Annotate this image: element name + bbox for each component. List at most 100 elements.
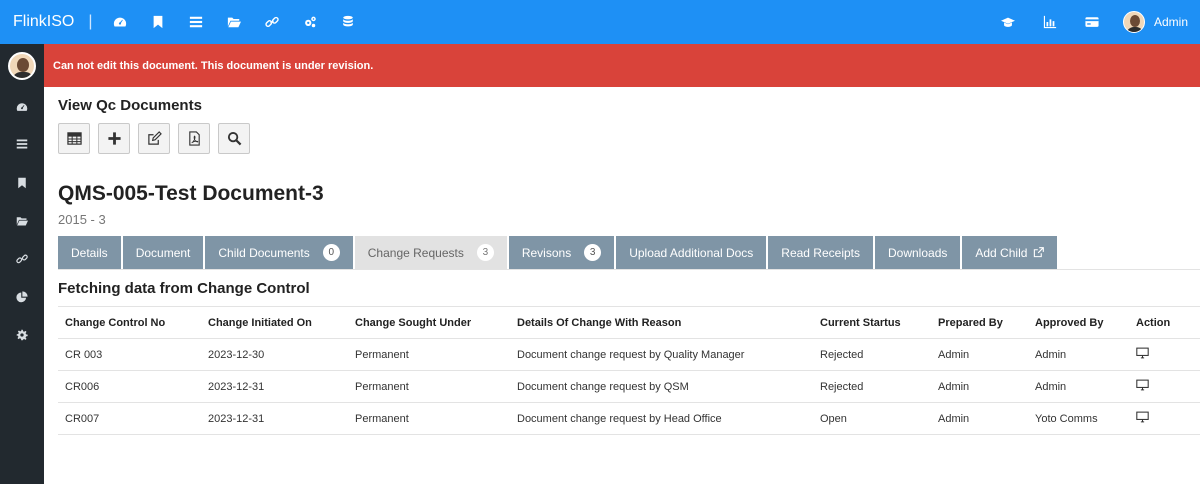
tab-label: Document: [135, 245, 191, 260]
database-icon[interactable]: [329, 0, 367, 44]
tab-downloads[interactable]: Downloads: [875, 236, 961, 269]
table-title: Fetching data from Change Control: [58, 280, 310, 297]
table-cell: Permanent: [348, 402, 510, 435]
tab-divider: [58, 269, 1200, 270]
sidebar-avatar[interactable]: [8, 52, 36, 80]
table-cell: CR007: [58, 402, 201, 435]
search-icon: [227, 131, 241, 146]
action-cell: [1129, 370, 1200, 403]
sidebar: [0, 44, 44, 484]
list-icon[interactable]: [177, 0, 215, 44]
desktop-icon[interactable]: [1136, 347, 1149, 359]
tab-label: Upload Additional Docs: [629, 245, 754, 260]
table-cell: Document change request by Quality Manag…: [510, 338, 813, 371]
tab-label: Downloads: [888, 245, 948, 260]
top-right-menu: Admin: [987, 0, 1200, 44]
table-header-row: Change Control No Change Initiated On Ch…: [58, 306, 1200, 339]
document-tabs: Details Document Child Documents 0 Change…: [58, 236, 1059, 269]
link-icon[interactable]: [14, 251, 30, 267]
table-cell: Admin: [931, 402, 1028, 435]
brand-separator: |: [88, 13, 93, 30]
list-icon[interactable]: [14, 136, 30, 152]
document-toolbar: [58, 123, 250, 154]
pie-chart-icon[interactable]: [14, 289, 30, 305]
desktop-icon[interactable]: [1136, 379, 1149, 391]
tab-details[interactable]: Details: [58, 236, 121, 269]
pdf-icon: [188, 131, 200, 146]
table-row: CR 003 2023-12-30 Permanent Document cha…: [58, 338, 1200, 371]
bar-chart-icon[interactable]: [1029, 0, 1071, 44]
column-header[interactable]: Prepared By: [931, 306, 1028, 339]
action-cell: [1129, 402, 1200, 435]
table-cell: 2023-12-31: [201, 402, 348, 435]
document-subtitle: 2015 - 3: [58, 212, 106, 227]
folder-open-icon[interactable]: [14, 213, 30, 229]
tab-label: Add Child: [975, 245, 1028, 260]
tab-document[interactable]: Document: [122, 236, 204, 269]
tab-change-requests[interactable]: Change Requests 3: [354, 236, 507, 269]
table-cell: Permanent: [348, 370, 510, 403]
tab-child-documents[interactable]: Child Documents 0: [205, 236, 353, 269]
bookmark-icon[interactable]: [14, 175, 30, 191]
table-cell: Rejected: [813, 338, 931, 371]
graduation-cap-icon[interactable]: [987, 0, 1029, 44]
table-cell: Admin: [1028, 338, 1129, 371]
table-cell: Yoto Comms: [1028, 402, 1129, 435]
revision-alert: Can not edit this document. This documen…: [44, 44, 1200, 87]
table-cell: 2023-12-31: [201, 370, 348, 403]
tab-revisions[interactable]: Revisons 3: [508, 236, 615, 269]
main-content: View Qc Documents QMS-005-Test Document-…: [44, 87, 1200, 484]
count-badge: 0: [322, 244, 340, 261]
edit-icon: [147, 131, 162, 145]
plus-icon: [107, 132, 121, 145]
link-icon[interactable]: [253, 0, 291, 44]
pdf-button[interactable]: [178, 123, 210, 154]
table-row: CR007 2023-12-31 Permanent Document chan…: [58, 402, 1200, 435]
table-cell: CR 003: [58, 338, 201, 371]
table-cell: Admin: [931, 338, 1028, 371]
user-menu[interactable]: Admin: [1122, 11, 1188, 33]
table-cell: Document change request by Head Office: [510, 402, 813, 435]
external-link-icon: [1034, 247, 1045, 258]
count-badge: 3: [584, 244, 602, 261]
column-header[interactable]: Change Initiated On: [201, 306, 348, 339]
column-header[interactable]: Approved By: [1028, 306, 1129, 339]
tab-label: Child Documents: [218, 245, 310, 260]
table-icon: [66, 132, 82, 145]
column-header[interactable]: Current Startus: [813, 306, 931, 339]
desktop-icon[interactable]: [1136, 411, 1149, 423]
section-title: View Qc Documents: [58, 97, 202, 114]
table-cell: 2023-12-30: [201, 338, 348, 371]
edit-button[interactable]: [138, 123, 170, 154]
count-badge: 3: [476, 244, 494, 261]
credit-card-icon[interactable]: [1071, 0, 1113, 44]
column-header[interactable]: Change Control No: [58, 306, 201, 339]
dashboard-icon[interactable]: [14, 99, 30, 115]
gear-icon[interactable]: [14, 327, 30, 343]
brand-logo[interactable]: FlinkISO: [13, 13, 74, 31]
tab-label: Revisons: [521, 245, 572, 260]
dashboard-icon[interactable]: [101, 0, 139, 44]
tab-read-receipts[interactable]: Read Receipts: [768, 236, 873, 269]
cogs-icon[interactable]: [291, 0, 329, 44]
document-title: QMS-005-Test Document-3: [58, 182, 324, 205]
tab-upload-additional-docs[interactable]: Upload Additional Docs: [616, 236, 767, 269]
bookmark-icon[interactable]: [139, 0, 177, 44]
table-cell: Admin: [1028, 370, 1129, 403]
search-button[interactable]: [218, 123, 250, 154]
table-row: CR006 2023-12-31 Permanent Document chan…: [58, 370, 1200, 403]
column-header[interactable]: Change Sought Under: [348, 306, 510, 339]
add-button[interactable]: [98, 123, 130, 154]
tab-label: Change Requests: [367, 245, 464, 260]
tab-add-child[interactable]: Add Child: [962, 236, 1058, 269]
table-cell: Open: [813, 402, 931, 435]
table-cell: Admin: [931, 370, 1028, 403]
avatar: [1122, 11, 1145, 33]
folder-open-icon[interactable]: [215, 0, 253, 44]
column-header[interactable]: Details Of Change With Reason: [510, 306, 813, 339]
table-view-button[interactable]: [58, 123, 90, 154]
tab-label: Details: [71, 245, 108, 260]
table-cell: Permanent: [348, 338, 510, 371]
alert-message: Can not edit this document. This documen…: [53, 59, 374, 72]
table-cell: CR006: [58, 370, 201, 403]
